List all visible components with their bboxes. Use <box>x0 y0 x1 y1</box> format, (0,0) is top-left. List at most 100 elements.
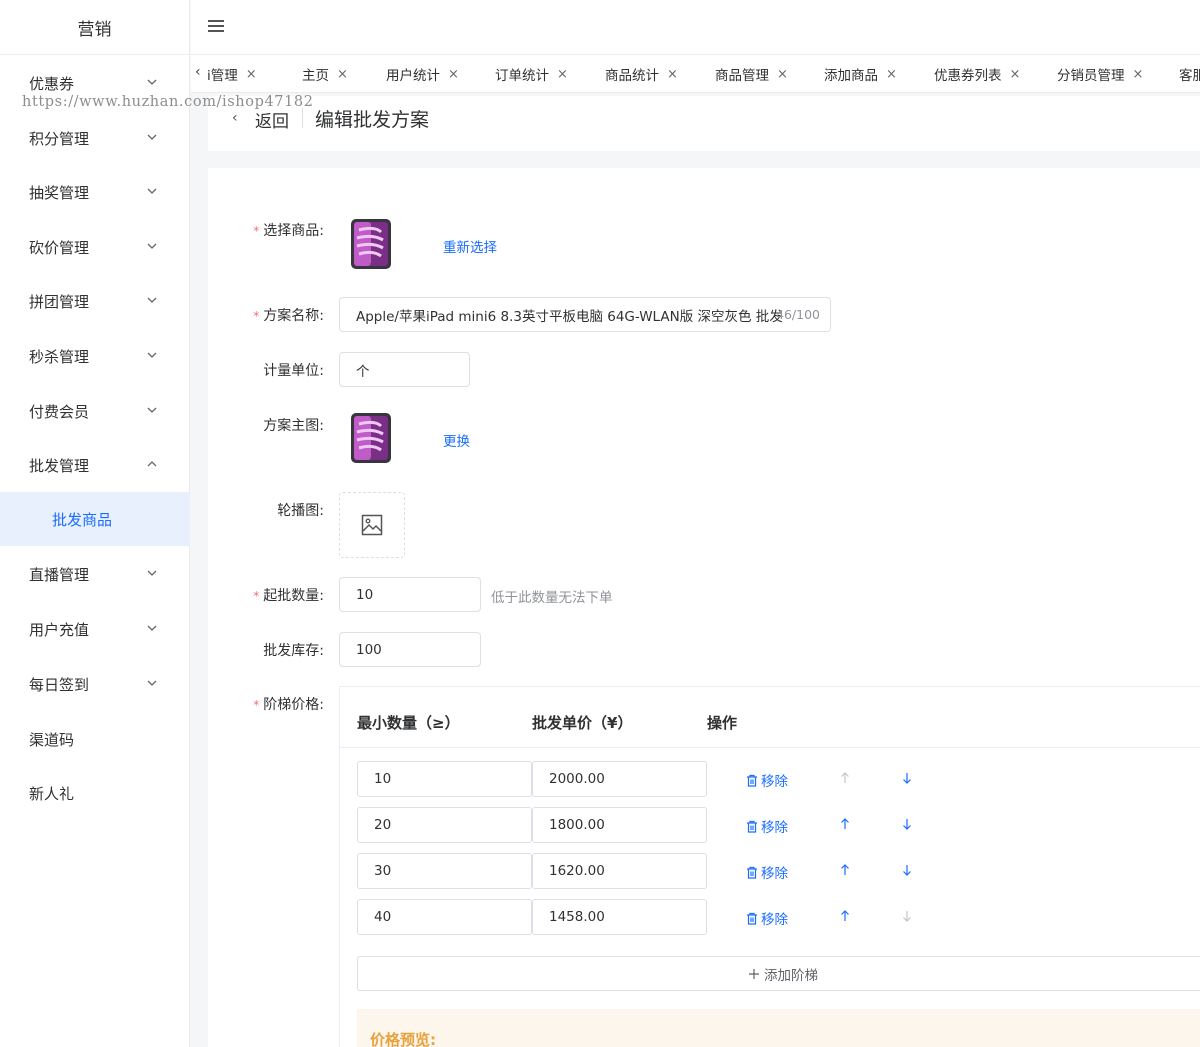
tier-price-value: 1458.00 <box>549 909 605 925</box>
tier-min-qty-input[interactable]: 10 <box>357 761 532 797</box>
sidebar-item-lottery[interactable]: 抽奖管理 <box>0 165 190 219</box>
tier-min-qty-value: 30 <box>374 863 392 879</box>
header-divider <box>302 108 303 128</box>
sidebar-item-label: 新人礼 <box>29 784 75 803</box>
tier-price-input[interactable]: 1800.00 <box>532 807 707 843</box>
tab-customer-service[interactable]: 客服 <box>1179 55 1200 92</box>
tab-label: 商品统计 <box>605 68 659 84</box>
chevron-left-icon[interactable]: ‹ <box>232 110 238 126</box>
chevron-down-icon <box>147 625 157 631</box>
chevron-down-icon <box>147 297 157 303</box>
page-title: 编辑批发方案 <box>315 109 430 131</box>
tab-product-management[interactable]: 商品管理 × <box>715 55 788 92</box>
sidebar-item-channel-code[interactable]: 渠道码 <box>0 712 190 766</box>
close-icon[interactable]: × <box>557 67 568 82</box>
sidebar-item-wholesale[interactable]: 批发管理 <box>0 438 190 492</box>
top-header <box>191 0 1200 55</box>
tier-min-qty-input[interactable]: 20 <box>357 807 532 843</box>
image-placeholder-icon <box>361 514 383 536</box>
stock-input[interactable]: 100 <box>339 632 481 667</box>
tier-price-input[interactable]: 1620.00 <box>532 853 707 889</box>
sidebar-item-recharge[interactable]: 用户充值 <box>0 602 190 656</box>
remove-button[interactable]: 移除 <box>746 908 788 928</box>
back-button[interactable]: 返回 <box>255 107 289 132</box>
move-up-icon[interactable] <box>840 864 850 876</box>
menu-toggle-icon[interactable] <box>208 20 224 34</box>
sidebar-brand: 营销 <box>0 0 189 55</box>
min-qty-hint: 低于此数量无法下单 <box>491 590 613 606</box>
tier-price-input[interactable]: 2000.00 <box>532 761 707 797</box>
sidebar-item-wholesale-products[interactable]: 批发商品 <box>0 492 190 546</box>
sidebar-item-flash-sale[interactable]: 秒杀管理 <box>0 329 190 383</box>
min-qty-input[interactable]: 10 <box>339 577 481 612</box>
tab-product-stats[interactable]: 商品统计 × <box>605 55 678 92</box>
tab-label: 商品管理 <box>715 68 769 84</box>
close-icon[interactable]: × <box>337 67 348 82</box>
sidebar-item-label: 用户充值 <box>29 620 90 639</box>
close-icon[interactable]: × <box>246 67 257 82</box>
tier-min-qty-input[interactable]: 30 <box>357 853 532 889</box>
remove-label: 移除 <box>761 820 788 836</box>
min-qty-value: 10 <box>356 586 374 603</box>
chevron-down-icon <box>147 79 157 85</box>
move-up-icon <box>841 772 849 783</box>
add-tier-button[interactable]: 添加阶梯 <box>357 956 1200 991</box>
change-image-link[interactable]: 更换 <box>443 430 470 450</box>
sidebar-item-label: 每日签到 <box>29 675 90 694</box>
sidebar-item-group-buy[interactable]: 拼团管理 <box>0 274 190 328</box>
tab-management[interactable]: i管理 × <box>207 55 257 92</box>
tab-user-stats[interactable]: 用户统计 × <box>386 55 459 92</box>
sidebar-item-newcomer-gift[interactable]: 新人礼 <box>0 766 190 820</box>
sidebar: 营销 优惠券 积分管理 抽奖管理 砍价管理 拼团管理 秒杀管理 付费会员 批发管… <box>0 0 190 1047</box>
sidebar-item-paid-member[interactable]: 付费会员 <box>0 384 190 438</box>
carousel-upload[interactable] <box>339 492 405 558</box>
close-icon[interactable]: × <box>448 67 459 82</box>
plan-name-label: * 方案名称: <box>253 308 324 324</box>
tab-order-stats[interactable]: 订单统计 × <box>495 55 568 92</box>
select-product-label: * 选择商品: <box>253 223 324 239</box>
sidebar-item-points[interactable]: 积分管理 <box>0 111 190 165</box>
reselect-link[interactable]: 重新选择 <box>443 236 497 256</box>
tier-min-qty-input[interactable]: 40 <box>357 899 532 935</box>
close-icon[interactable]: × <box>1010 67 1021 82</box>
tab-add-product[interactable]: 添加商品 × <box>824 55 897 92</box>
close-icon[interactable]: × <box>886 67 897 82</box>
tab-distributor-management[interactable]: 分销员管理 × <box>1057 55 1144 92</box>
close-icon[interactable]: × <box>1133 67 1144 82</box>
carousel-label: 轮播图: <box>277 503 324 519</box>
close-icon[interactable]: × <box>667 67 678 82</box>
move-down-icon[interactable] <box>902 772 912 784</box>
remove-label: 移除 <box>761 866 788 882</box>
close-icon[interactable]: × <box>777 67 788 82</box>
product-thumbnail <box>351 219 391 269</box>
sidebar-item-checkin[interactable]: 每日签到 <box>0 657 190 711</box>
tab-label: 优惠券列表 <box>934 68 1002 84</box>
sidebar-item-live[interactable]: 直播管理 <box>0 547 190 601</box>
main-image-label: 方案主图: <box>263 418 324 434</box>
remove-button[interactable]: 移除 <box>746 816 788 836</box>
sidebar-item-label: 批发管理 <box>29 456 90 475</box>
move-up-icon[interactable] <box>840 910 850 922</box>
sidebar-item-bargain[interactable]: 砍价管理 <box>0 220 190 274</box>
trash-icon <box>747 774 757 787</box>
plan-name-input[interactable]: Apple/苹果iPad mini6 8.3英寸平板电脑 64G-WLAN版 深… <box>339 297 831 332</box>
tab-coupon-list[interactable]: 优惠券列表 × <box>934 55 1021 92</box>
move-up-icon[interactable] <box>840 818 850 830</box>
chevron-left-icon[interactable]: ‹ <box>195 64 201 80</box>
move-down-icon[interactable] <box>902 864 912 876</box>
sidebar-item-label: 积分管理 <box>29 129 90 148</box>
stock-value: 100 <box>356 641 382 658</box>
char-count: 46/100 <box>776 307 820 322</box>
tab-bar: ‹ i管理 × 主页 × 用户统计 × 订单统计 × 商品统计 × 商品管理 × 添加商品 ×… <box>191 55 1200 93</box>
remove-button[interactable]: 移除 <box>746 770 788 790</box>
chevron-down-icon <box>147 407 157 413</box>
tier-price-value: 1620.00 <box>549 863 605 879</box>
header-actions: 操作 <box>707 714 738 732</box>
move-down-icon[interactable] <box>902 818 912 830</box>
header-unit-price: 批发单价（¥） <box>532 714 633 732</box>
tab-home[interactable]: 主页 × <box>302 55 348 92</box>
tier-price-input[interactable]: 1458.00 <box>532 899 707 935</box>
remove-button[interactable]: 移除 <box>746 862 788 882</box>
plan-name-value: Apple/苹果iPad mini6 8.3英寸平板电脑 64G-WLAN版 深… <box>356 308 783 325</box>
unit-input[interactable]: 个 <box>339 352 470 387</box>
